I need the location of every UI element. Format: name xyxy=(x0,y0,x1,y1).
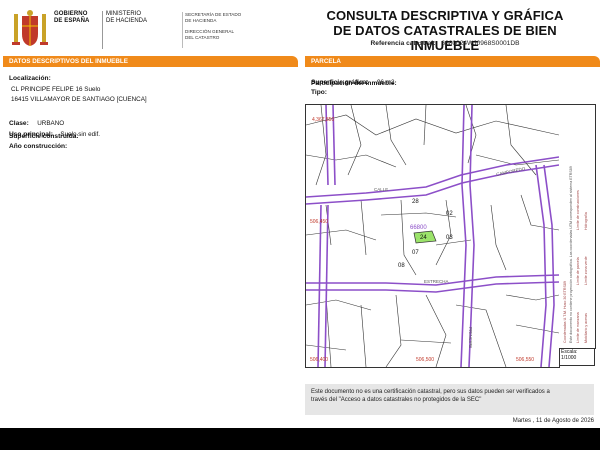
title-line-2: DE DATOS CATASTRALES DE BIEN INMUEBLE xyxy=(333,23,557,53)
coord-bottom-left: 506,400 xyxy=(310,357,329,363)
ref-label: Referencia catastral: xyxy=(370,40,436,47)
parcel-code-08: 08 xyxy=(398,263,405,269)
ministry-line-1: MINISTERIO xyxy=(106,11,142,17)
localizacion-label: Localización: xyxy=(9,75,51,82)
legend-line-3: Mobiliario y aceras xyxy=(584,313,588,343)
disclaimer-line-2: través del "Acceso a datos catastrales n… xyxy=(311,397,482,403)
anio-construccion-label: Año construcción: xyxy=(9,143,68,150)
sidebar-note-text: Este documento no contiene proyección ca… xyxy=(569,166,573,343)
legend-line-4: Límite zona verde xyxy=(584,256,588,285)
ministry-line-2: DE HACIENDA xyxy=(106,18,148,24)
direccion-line-2: DEL CATASTRO xyxy=(185,34,220,40)
disclaimer-line-1: Este documento no es una certificación c… xyxy=(311,389,550,395)
superficie-construida-label: Superficie construida: xyxy=(9,133,79,140)
parcel-code-02: 02 xyxy=(446,211,453,217)
cadastral-map[interactable]: 4,367,850 506,450 506,400 506,500 506,55… xyxy=(305,104,560,368)
address-line-1: CL PRINCIPE FELIPE 16 Suelo xyxy=(11,86,101,93)
coord-bottom-right: 506,550 xyxy=(516,357,535,363)
secretaria-block: SECRETARÍA DE ESTADO DE HACIENDA DIRECCI… xyxy=(182,12,245,48)
secretaria-line-1: SECRETARÍA DE ESTADO xyxy=(185,12,242,17)
parcel-code-28: 28 xyxy=(412,199,419,205)
coat-of-arms-icon xyxy=(12,10,48,46)
sidebar-coord-text: Coordenadas U.T.M. Huso 30 ETRS89 xyxy=(563,281,567,343)
coord-left: 506,450 xyxy=(310,219,329,225)
parcel-code-highlight: 66800 xyxy=(410,225,427,231)
scale-value: 1/1000 xyxy=(561,355,577,361)
legend-line-1: Límite de parcela xyxy=(576,257,580,285)
section-header-parcela: PARCELA xyxy=(305,56,600,67)
gov-name: GOBIERNO DE ESPAÑA xyxy=(54,11,103,49)
legend-line-5: Hidrografía xyxy=(584,212,588,230)
government-logo: GOBIERNO DE ESPAÑA MINISTERIO DE HACIEND… xyxy=(10,8,250,50)
coord-bottom-mid: 506,500 xyxy=(416,357,435,363)
legend-line-0: Límite de manzana xyxy=(576,312,580,343)
bottom-bar xyxy=(0,428,600,450)
street-label-calle: CALLE xyxy=(374,187,389,192)
tipo-label: Tipo: xyxy=(311,89,327,96)
ref-value: 6680024WJ0968S0001DB xyxy=(441,40,520,47)
parcel-code-24: 24 xyxy=(420,235,427,241)
gov-line-1: GOBIERNO xyxy=(54,11,88,17)
map-legend-sidebar: Coordenadas U.T.M. Huso 30 ETRS89 Este d… xyxy=(559,104,596,349)
parcel-code-07: 07 xyxy=(412,250,419,256)
parcel-code-03: 03 xyxy=(446,235,453,241)
disclaimer-box: Este documento no es una certificación c… xyxy=(305,384,594,415)
section-header-datos: DATOS DESCRIPTIVOS DEL INMUEBLE xyxy=(3,56,298,67)
scale-box: Escala: 1/1000 xyxy=(559,348,595,366)
document-date: Martes , 11 de Agosto de 2026 xyxy=(512,418,594,424)
street-label-principe: PRINCIPE xyxy=(468,327,473,349)
map-drawing xyxy=(306,105,559,367)
street-label-estrecha: ESTRECHA xyxy=(424,279,449,284)
title-line-1: CONSULTA DESCRIPTIVA Y GRÁFICA xyxy=(326,8,564,23)
gov-line-2: DE ESPAÑA xyxy=(54,18,90,24)
address-line-2: 16415 VILLAMAYOR DE SANTIAGO [CUENCA] xyxy=(11,96,147,103)
coord-top-left: 4,367,850 xyxy=(312,117,335,123)
participacion-label: Participación del inmueble: xyxy=(311,80,397,87)
ministry-name: MINISTERIO DE HACIENDA xyxy=(106,11,166,25)
referencia-catastral: Referencia catastral: 6680024WJ0968S0001D… xyxy=(300,40,590,47)
legend-line-2: Límite de construcciones xyxy=(576,190,580,230)
